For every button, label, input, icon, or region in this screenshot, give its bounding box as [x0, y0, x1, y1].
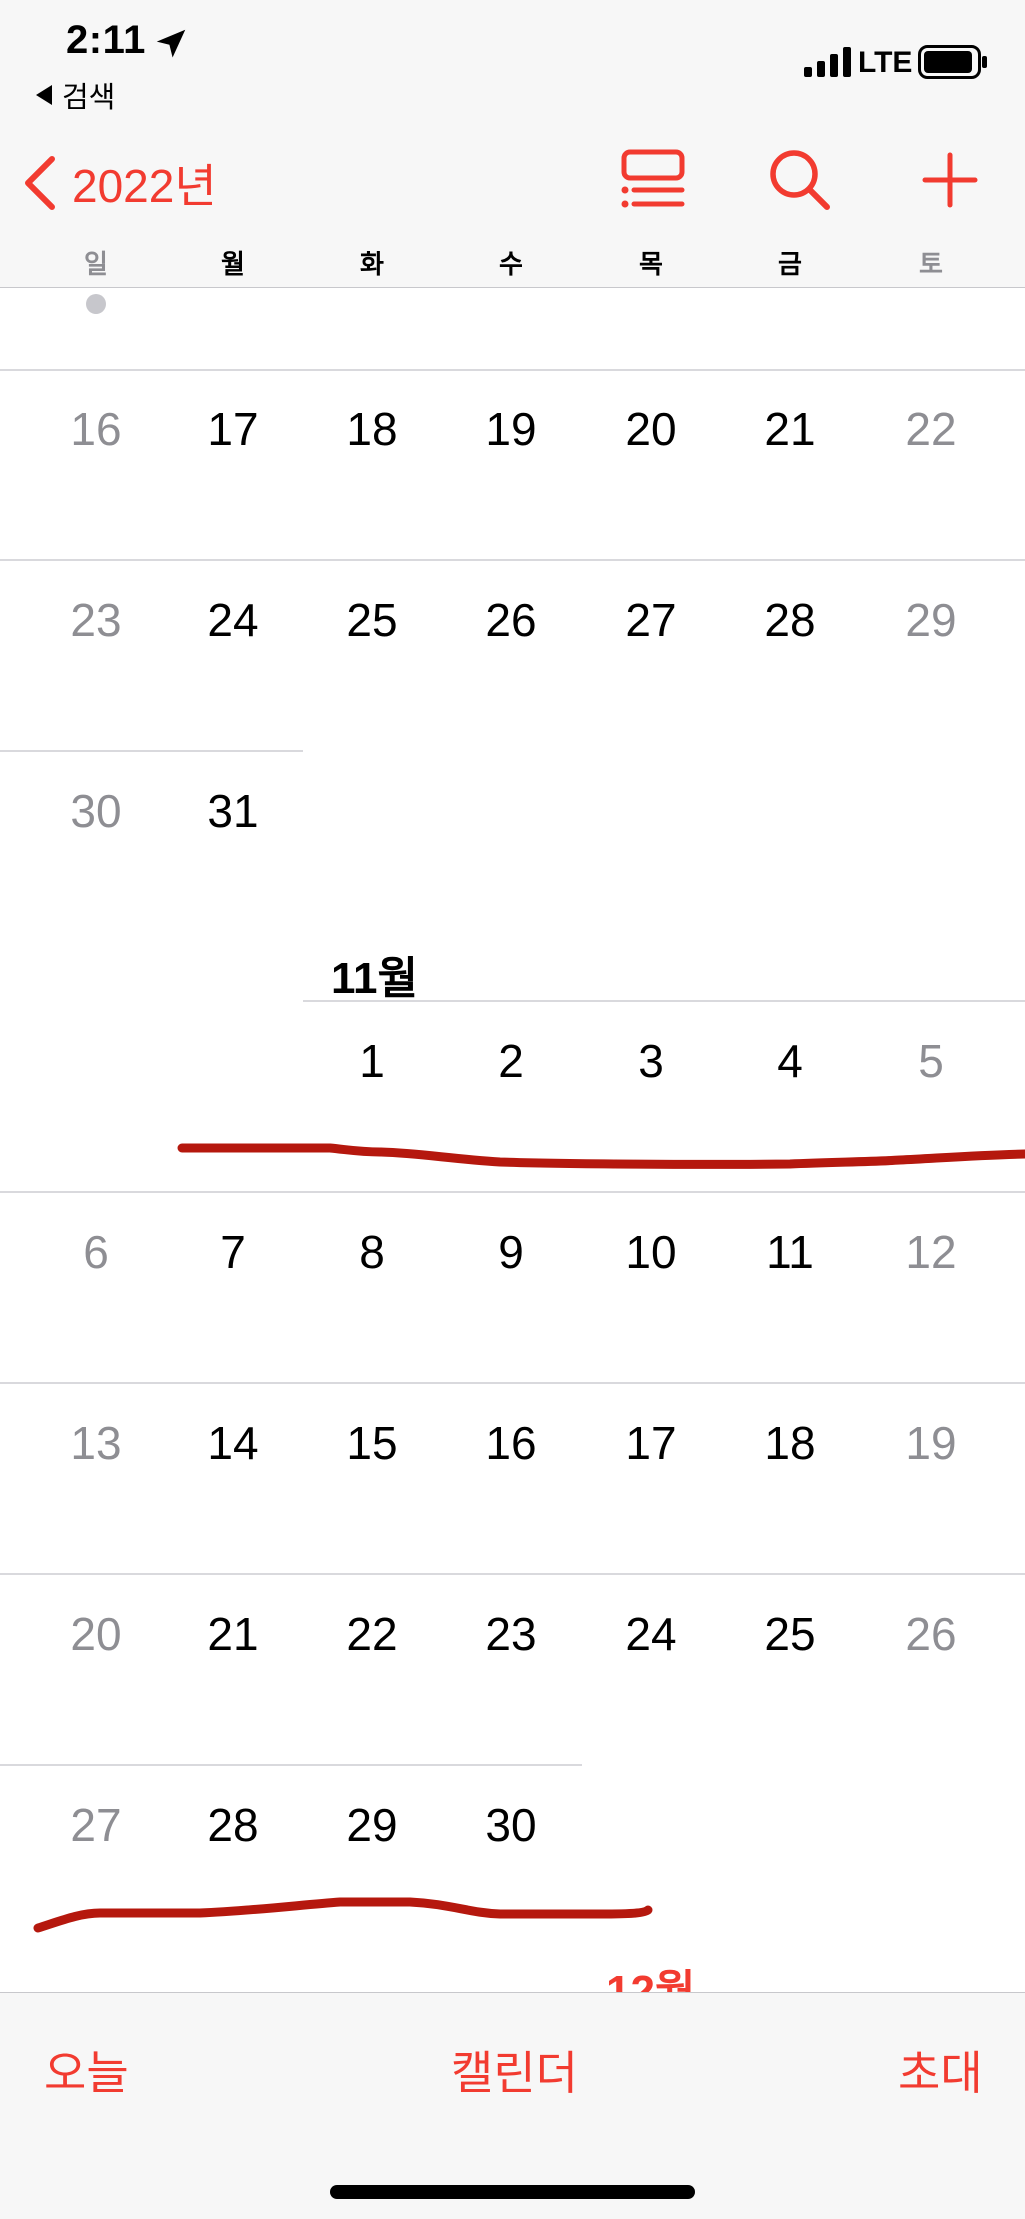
day-cell[interactable]: 20	[31, 1607, 161, 1661]
day-cell[interactable]: 18	[307, 402, 437, 456]
day-cell[interactable]: 28	[168, 1798, 298, 1852]
day-cell[interactable]: 26	[866, 1607, 996, 1661]
year-back-button[interactable]: 2022년	[22, 150, 217, 216]
day-cell[interactable]: 21	[168, 1607, 298, 1661]
day-cell[interactable]: 29	[866, 593, 996, 647]
network-type: LTE	[858, 46, 913, 79]
day-cell[interactable]: 25	[307, 593, 437, 647]
day-cell[interactable]: 20	[586, 402, 716, 456]
week-divider	[0, 559, 1025, 561]
location-arrow-icon	[156, 29, 186, 58]
day-cell[interactable]: 25	[725, 1607, 855, 1661]
weekday-header: 일 월 화 수 목 금 토	[0, 244, 1025, 284]
week-divider	[0, 1573, 1025, 1575]
day-cell[interactable]: 4	[725, 1034, 855, 1088]
weekday-wed: 수	[499, 249, 523, 279]
weekday-sat: 토	[919, 249, 943, 279]
month-label-december: 12월	[606, 1967, 696, 1992]
navigation-bar: 2022년 일 월 화 수 목 금 토	[0, 120, 1025, 288]
back-triangle-icon	[36, 85, 52, 105]
day-cell[interactable]: 31	[168, 784, 298, 838]
day-cell[interactable]: 10	[586, 1225, 716, 1279]
day-cell[interactable]: 5	[866, 1034, 996, 1088]
weekday-fri: 금	[778, 249, 802, 279]
week-divider	[0, 1382, 1025, 1384]
month-label-november: 11월	[331, 954, 418, 1003]
chevron-left-icon	[25, 156, 55, 210]
day-cell[interactable]: 13	[31, 1416, 161, 1470]
hand-drawn-annotation	[33, 1143, 1025, 1933]
back-to-app-button[interactable]: 검색	[36, 74, 115, 116]
search-icon[interactable]	[768, 148, 832, 212]
day-cell[interactable]: 17	[586, 1416, 716, 1470]
day-cell[interactable]: 15	[307, 1416, 437, 1470]
day-cell[interactable]: 6	[31, 1225, 161, 1279]
status-bar: 2:11 검색 LTE	[0, 0, 1025, 120]
day-cell[interactable]: 19	[866, 1416, 996, 1470]
year-label: 2022년	[72, 160, 217, 212]
plus-icon[interactable]	[922, 152, 978, 208]
week-divider	[0, 750, 303, 752]
day-cell[interactable]: 7	[168, 1225, 298, 1279]
weekday-tue: 화	[360, 249, 384, 279]
bottom-toolbar: 오늘 캘린더 초대	[0, 1992, 1025, 2219]
day-cell[interactable]: 22	[307, 1607, 437, 1661]
day-cell[interactable]: 19	[446, 402, 576, 456]
inbox-button[interactable]: 초대	[898, 2037, 983, 2103]
day-cell[interactable]: 21	[725, 402, 855, 456]
weekday-sun: 일	[84, 249, 108, 279]
status-time: 2:11	[66, 18, 146, 62]
list-view-icon[interactable]	[618, 148, 688, 212]
month-calendar-scroll[interactable]: 16 17 18 19 20 21 22 23 24 25 26 27 28 2…	[0, 289, 1025, 1992]
calendars-button[interactable]: 캘린더	[451, 2037, 578, 2103]
day-cell[interactable]: 24	[586, 1607, 716, 1661]
day-cell[interactable]: 14	[168, 1416, 298, 1470]
weekday-thu: 목	[639, 249, 663, 279]
day-cell[interactable]: 24	[168, 593, 298, 647]
day-cell[interactable]: 26	[446, 593, 576, 647]
day-cell[interactable]: 27	[31, 1798, 161, 1852]
day-cell[interactable]: 17	[168, 402, 298, 456]
weekday-mon: 월	[221, 249, 245, 279]
day-cell[interactable]: 2	[446, 1034, 576, 1088]
home-indicator[interactable]	[330, 2185, 695, 2199]
day-cell[interactable]: 27	[586, 593, 716, 647]
day-cell[interactable]: 18	[725, 1416, 855, 1470]
cellular-signal-icon	[804, 47, 851, 77]
battery-icon	[918, 45, 987, 79]
day-cell[interactable]: 8	[307, 1225, 437, 1279]
day-cell[interactable]: 30	[31, 784, 161, 838]
day-cell[interactable]: 16	[31, 402, 161, 456]
day-cell[interactable]: 3	[586, 1034, 716, 1088]
day-cell[interactable]: 23	[446, 1607, 576, 1661]
day-cell[interactable]: 9	[446, 1225, 576, 1279]
day-cell[interactable]: 12	[866, 1225, 996, 1279]
day-cell[interactable]: 28	[725, 593, 855, 647]
day-cell[interactable]: 11	[725, 1225, 855, 1279]
event-dot	[86, 294, 106, 314]
day-cell[interactable]: 16	[446, 1416, 576, 1470]
day-cell[interactable]: 29	[307, 1798, 437, 1852]
day-cell[interactable]: 22	[866, 402, 996, 456]
day-cell[interactable]: 23	[31, 593, 161, 647]
day-cell[interactable]: 30	[446, 1798, 576, 1852]
back-app-label: 검색	[62, 82, 116, 114]
today-button[interactable]: 오늘	[44, 2037, 129, 2103]
week-divider	[0, 369, 1025, 371]
week-divider	[0, 1191, 1025, 1193]
week-divider	[0, 1764, 582, 1766]
day-cell[interactable]: 1	[307, 1034, 437, 1088]
